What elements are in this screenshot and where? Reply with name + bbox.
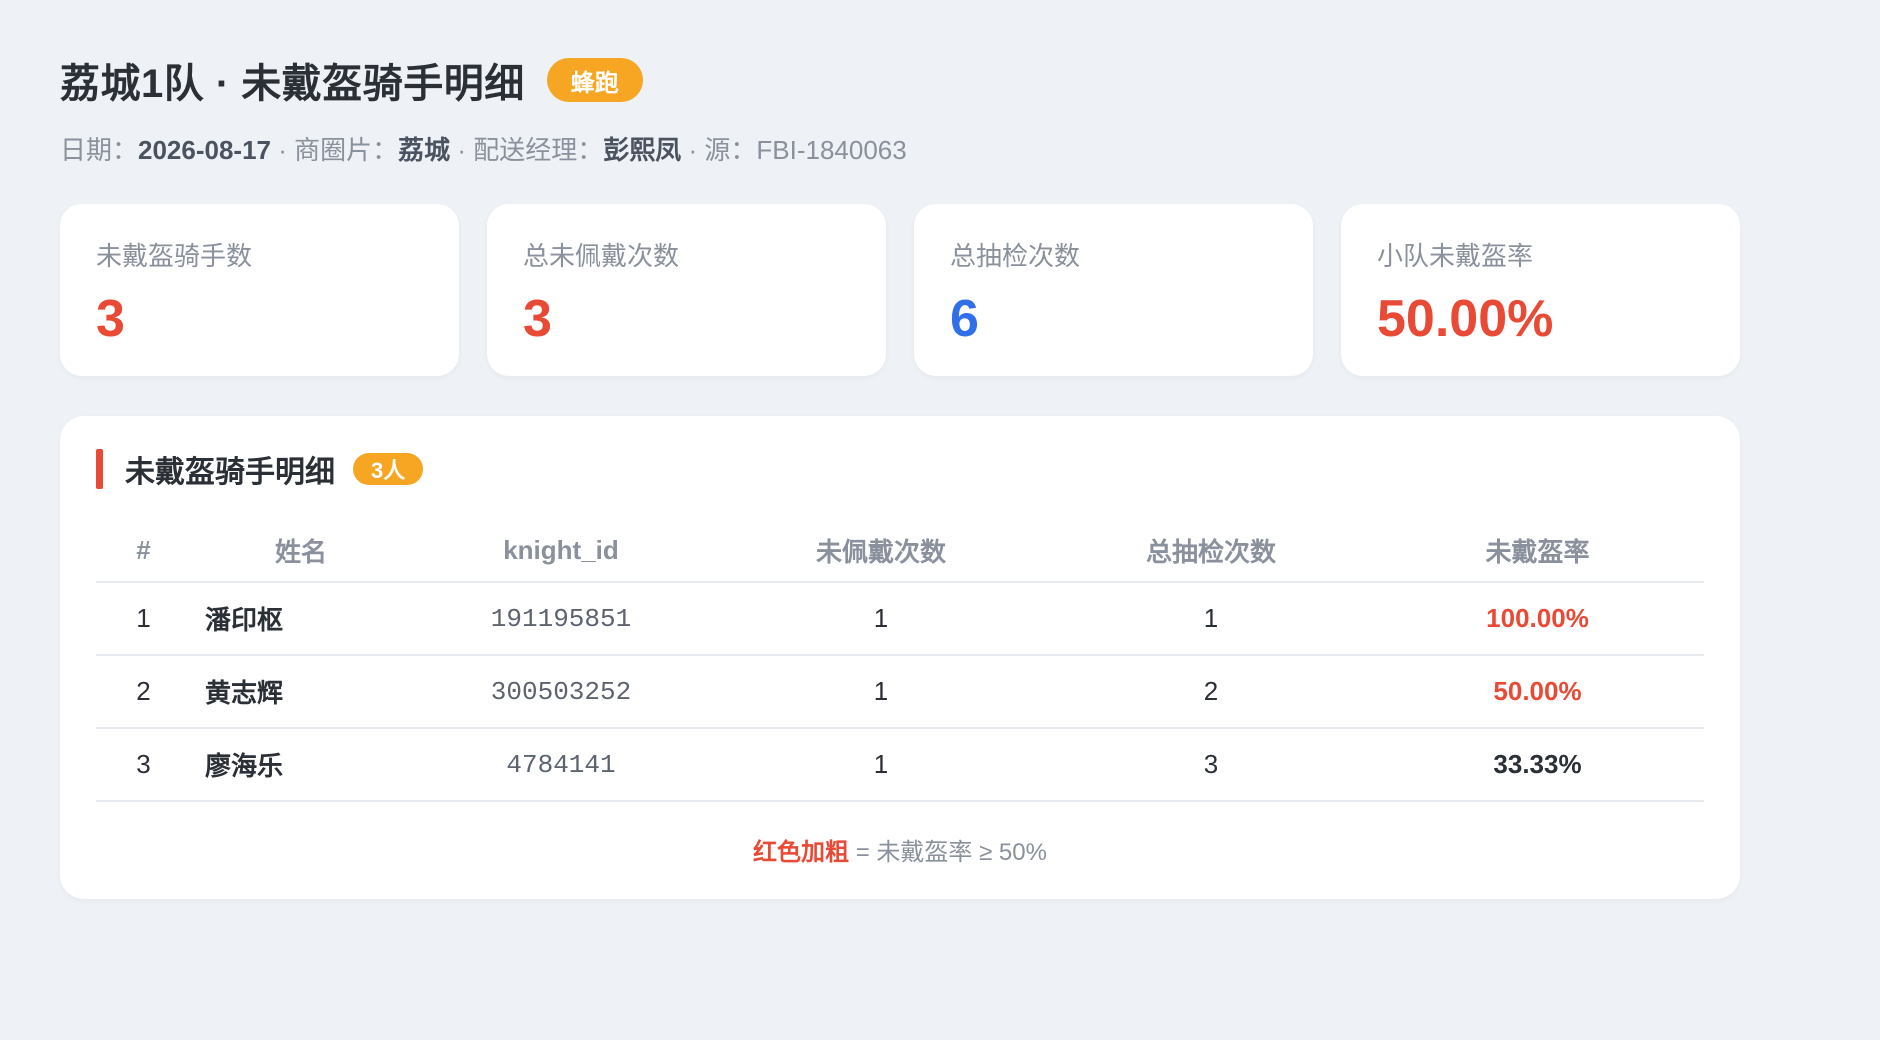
kpi-value: 3 [96,290,125,348]
manager-label: 配送经理： [473,135,604,165]
brand-badge: 蜂跑 [546,58,643,102]
detail-panel: 未戴盔骑手明细 3人 # 姓名 knight_id 未佩戴次数 总抽检次数 未戴… [60,416,1740,899]
cell-total: 3 [1051,728,1371,802]
cell-knight-id: 4784141 [411,728,711,802]
column-header-rate: 未戴盔率 [1371,520,1704,583]
date-label: 日期： [60,135,139,165]
cell-rate: 100.00% [1371,582,1704,656]
kpi-card-total-missed: 总未佩戴次数 3 [487,204,886,376]
cell-rate: 33.33% [1371,728,1704,802]
manager-value: 彭熙凤 [603,135,682,165]
column-header-knight-id: knight_id [411,520,711,583]
title-row: 荔城1队 · 未戴盔骑手明细 蜂跑 [60,52,1820,108]
legend-footnote: 红色加粗 = 未戴盔率 ≥ 50% [96,832,1704,867]
kpi-cards: 未戴盔骑手数 3 总未佩戴次数 3 总抽检次数 6 小队未戴盔率 50.00% [60,204,1740,376]
cell-index: 3 [96,728,191,802]
footnote-text: = 未戴盔率 ≥ 50% [849,839,1047,866]
cell-rate: 50.00% [1371,655,1704,729]
cell-name: 廖海乐 [191,728,411,802]
column-header-missed: 未佩戴次数 [711,520,1051,583]
kpi-value: 3 [523,290,552,348]
cell-knight-id: 191195851 [411,582,711,656]
cell-missed: 1 [711,728,1051,802]
kpi-label: 未戴盔骑手数 [96,241,253,271]
cell-missed: 1 [711,655,1051,729]
panel-title: 未戴盔骑手明细 [125,456,335,489]
meta-separator: · [271,135,295,165]
table-header-row: # 姓名 knight_id 未佩戴次数 总抽检次数 未戴盔率 [96,520,1704,583]
column-header-name: 姓名 [191,520,411,583]
report-meta: 日期：2026-08-17 · 商圈片：荔城 · 配送经理：彭熙凤 · 源：FB… [60,130,1820,170]
date-value: 2026-08-17 [138,135,272,165]
source-id: 源：FBI-1840063 [704,135,907,165]
page: 荔城1队 · 未戴盔骑手明细 蜂跑 日期：2026-08-17 · 商圈片：荔城… [0,0,1880,899]
cell-index: 1 [96,582,191,656]
cell-name: 黄志辉 [191,655,411,729]
cell-index: 2 [96,655,191,729]
cell-total: 2 [1051,655,1371,729]
kpi-value: 50.00% [1377,290,1554,348]
cell-name: 潘印枢 [191,582,411,656]
kpi-card-total-inspections: 总抽检次数 6 [914,204,1313,376]
meta-separator: · [450,135,474,165]
footnote-highlight: 红色加粗 [753,839,850,866]
kpi-card-unhelmeted-riders: 未戴盔骑手数 3 [60,204,459,376]
page-title: 荔城1队 · 未戴盔骑手明细 [60,62,525,106]
cell-knight-id: 300503252 [411,655,711,729]
panel-header: 未戴盔骑手明细 3人 [96,448,1704,490]
table-row: 2 黄志辉 300503252 1 2 50.00% [96,655,1704,729]
kpi-label: 小队未戴盔率 [1377,241,1534,271]
rider-table: # 姓名 knight_id 未佩戴次数 总抽检次数 未戴盔率 1 潘印枢 19… [96,520,1704,802]
area-value: 荔城 [398,135,451,165]
cell-missed: 1 [711,582,1051,656]
kpi-label: 总未佩戴次数 [523,241,680,271]
column-header-index: # [96,520,191,583]
accent-bar [96,449,103,489]
meta-separator: · [681,135,705,165]
kpi-label: 总抽检次数 [950,241,1081,271]
count-badge: 3人 [353,453,424,485]
kpi-value: 6 [950,290,979,348]
area-label: 商圈片： [294,135,399,165]
column-header-total: 总抽检次数 [1051,520,1371,583]
table-row: 1 潘印枢 191195851 1 1 100.00% [96,582,1704,656]
kpi-card-team-rate: 小队未戴盔率 50.00% [1341,204,1740,376]
table-row: 3 廖海乐 4784141 1 3 33.33% [96,728,1704,802]
cell-total: 1 [1051,582,1371,656]
